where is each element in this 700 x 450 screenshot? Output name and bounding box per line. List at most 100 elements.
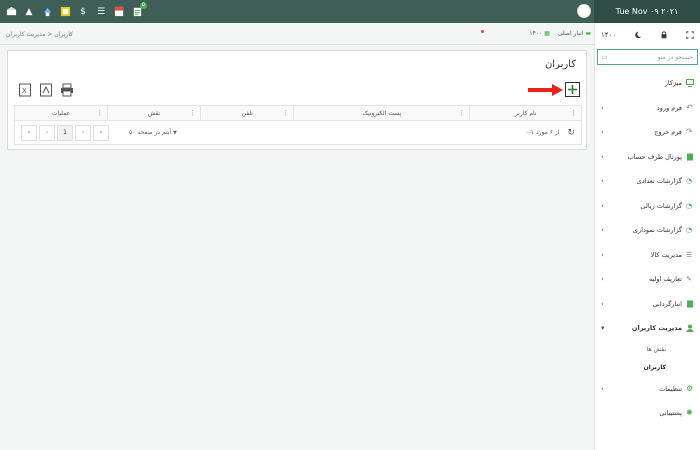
list-icon[interactable]: ☰ xyxy=(94,5,108,19)
breadcrumb-current: کاربران xyxy=(54,31,73,38)
sidebar-item-chart-reports[interactable]: ‹ گزارشات نموداری ◔ xyxy=(595,218,700,243)
chevron-left-icon: ‹ xyxy=(601,299,604,308)
menu-search-placeholder: جستجو در منو xyxy=(657,53,693,61)
plus-icon xyxy=(568,85,577,94)
user-icon xyxy=(686,324,694,333)
column-menu-icon[interactable]: ⋮ xyxy=(189,109,196,117)
breadcrumb-parent[interactable]: مدیریت کاربران xyxy=(6,31,45,38)
date-display: Tue Nov ۰۹ ۲۰۲۱ xyxy=(594,0,700,23)
sidebar-item-support[interactable]: پشتیبانی ✺ xyxy=(595,401,700,426)
sidebar: ۱۴۰۰ ▭ جستجو در منو میزکار ‹ فرم ورود ↶ ‹ ف… xyxy=(594,23,700,450)
col-username[interactable]: نام کاربر ⋮ xyxy=(469,106,581,120)
current-page[interactable]: 1 xyxy=(57,124,73,141)
add-user-button[interactable] xyxy=(565,82,580,97)
up-arrow-icon[interactable]: ▲ xyxy=(22,5,36,19)
last-page-button[interactable]: » xyxy=(21,124,37,141)
sidebar-item-account-portal[interactable]: ‹ پورتال طرف حساب xyxy=(595,145,700,170)
pdf-export-icon[interactable] xyxy=(39,83,53,97)
top-icons: ▲ $ ☰ ۵ xyxy=(0,1,148,19)
fiscal-year-label: ۱۴۰۰ xyxy=(529,30,543,37)
support-icon: ✺ xyxy=(686,408,693,418)
chevron-left-icon: ‹ xyxy=(601,226,604,235)
sidebar-item-rial-reports[interactable]: ‹ گزارشات ریالی ◔ xyxy=(595,194,700,219)
sidebar-item-label: میزکار xyxy=(664,79,682,88)
sidebar-item-entry-form[interactable]: ‹ فرم ورود ↶ xyxy=(595,96,700,121)
list-icon: ☰ xyxy=(686,250,693,259)
sidebar-item-label: تنظیمات xyxy=(659,384,682,393)
next-page-button[interactable]: › xyxy=(39,124,55,141)
chevron-left-icon: ‹ xyxy=(601,152,604,161)
moon-icon[interactable] xyxy=(634,31,642,39)
excel-export-icon[interactable]: X xyxy=(18,83,32,97)
column-menu-icon[interactable]: ⋮ xyxy=(96,109,103,117)
warehouse-selector[interactable]: انبار اصلی ▬ xyxy=(558,30,591,37)
sms-badge: ۵ xyxy=(140,1,147,9)
chevron-left-icon: ‹ xyxy=(601,177,604,186)
page-buttons: » › 1 ‹ « xyxy=(21,124,109,141)
chevron-left-icon: ‹ xyxy=(601,103,604,112)
column-menu-icon[interactable]: ⋮ xyxy=(570,109,577,117)
lock-icon[interactable] xyxy=(660,31,668,39)
warehouse-icon: ▬ xyxy=(585,30,591,37)
sidebar-subitem-roles[interactable]: نقش ها xyxy=(595,341,700,359)
transfer-icon[interactable] xyxy=(40,5,54,19)
sidebar-item-product-management[interactable]: ‹ مدیریت کالا ☰ xyxy=(595,243,700,268)
sidebar-item-label: فرم خروج xyxy=(654,128,682,137)
dollar-icon[interactable]: $ xyxy=(76,5,90,19)
chart-icon: ◔ xyxy=(686,201,693,210)
chart-icon: ◔ xyxy=(686,177,693,186)
sidebar-item-inventory-count[interactable]: ‹ انبارگردانی xyxy=(595,292,700,317)
pdf-report-icon[interactable] xyxy=(112,5,126,19)
col-actions[interactable]: عملیات ⋮ xyxy=(15,106,107,120)
invoice-icon[interactable] xyxy=(58,5,72,19)
sidebar-item-dashboard[interactable]: میزکار xyxy=(595,71,700,96)
sidebar-item-exit-form[interactable]: ‹ فرم خروج ↷ xyxy=(595,120,700,145)
column-menu-icon[interactable]: ⋮ xyxy=(458,109,465,117)
menu-search-input[interactable]: ▭ جستجو در منو xyxy=(597,49,698,65)
sidebar-item-user-management[interactable]: ▾ مدیریت کاربران xyxy=(595,316,700,341)
sidebar-top: ۱۴۰۰ xyxy=(595,23,700,47)
breadcrumb-separator: < xyxy=(45,31,53,38)
file-icon xyxy=(687,300,693,308)
sidebar-item-basic-definitions[interactable]: ‹ تعاریف اولیه ✎ xyxy=(595,267,700,292)
file-icon xyxy=(687,153,693,161)
col-username-label: نام کاربر xyxy=(514,109,537,117)
sidebar-subitem-users[interactable]: کاربران xyxy=(595,359,700,377)
column-menu-icon[interactable]: ⋮ xyxy=(282,109,289,117)
col-phone[interactable]: تلفن ⋮ xyxy=(200,106,293,120)
per-page-value: ۵۰ xyxy=(129,129,136,136)
sidebar-item-quantity-reports[interactable]: ‹ گزارشات تعدادی ◔ xyxy=(595,169,700,194)
header-divider xyxy=(0,44,594,45)
notification-dot xyxy=(481,30,484,33)
sidebar-item-label: فرم ورود xyxy=(656,103,682,112)
fullscreen-icon[interactable] xyxy=(686,31,694,39)
chevron-left-icon: ‹ xyxy=(601,250,604,259)
dropdown-icon: ▼ xyxy=(173,130,177,136)
fiscal-year[interactable]: ۱۴۰۰ ▦ xyxy=(529,30,549,37)
pager-controls: » › 1 ‹ « آیتم در صفحه ۵۰ ▼ xyxy=(21,124,177,141)
redo-icon: ↷ xyxy=(686,127,693,137)
sidebar-item-label: گزارشات ریالی xyxy=(640,201,682,210)
col-actions-label: عملیات xyxy=(51,109,71,117)
sms-icon[interactable]: ۵ xyxy=(130,1,147,19)
sidebar-item-label: گزارشات نموداری xyxy=(632,226,682,235)
per-page-selector[interactable]: آیتم در صفحه ۵۰ ▼ xyxy=(129,129,177,136)
red-arrow-annotation xyxy=(528,84,563,96)
sidebar-item-settings[interactable]: ‹ تنظیمات ⚙ xyxy=(595,377,700,402)
range-text: ۰-۱ از ۶ مورد xyxy=(525,129,560,136)
keyboard-icon: ▭ xyxy=(602,53,608,61)
first-page-button[interactable]: « xyxy=(93,124,109,141)
warehouse-label: انبار اصلی xyxy=(557,30,584,37)
toolbar: X xyxy=(18,83,74,97)
refresh-icon[interactable]: ↻ xyxy=(567,128,575,138)
col-role[interactable]: نقش ⋮ xyxy=(107,106,200,120)
avatar[interactable] xyxy=(577,4,591,18)
sidebar-item-label: پشتیبانی xyxy=(659,409,682,418)
chevron-left-icon: ‹ xyxy=(601,201,604,210)
col-role-label: نقش xyxy=(148,109,161,117)
print-icon[interactable] xyxy=(60,83,74,97)
prev-page-button[interactable]: ‹ xyxy=(75,124,91,141)
breadcrumb: کاربران < مدیریت کاربران xyxy=(6,31,73,38)
col-email[interactable]: پست الکترونیک ⋮ xyxy=(293,106,469,120)
warehouse-icon[interactable] xyxy=(4,5,18,19)
